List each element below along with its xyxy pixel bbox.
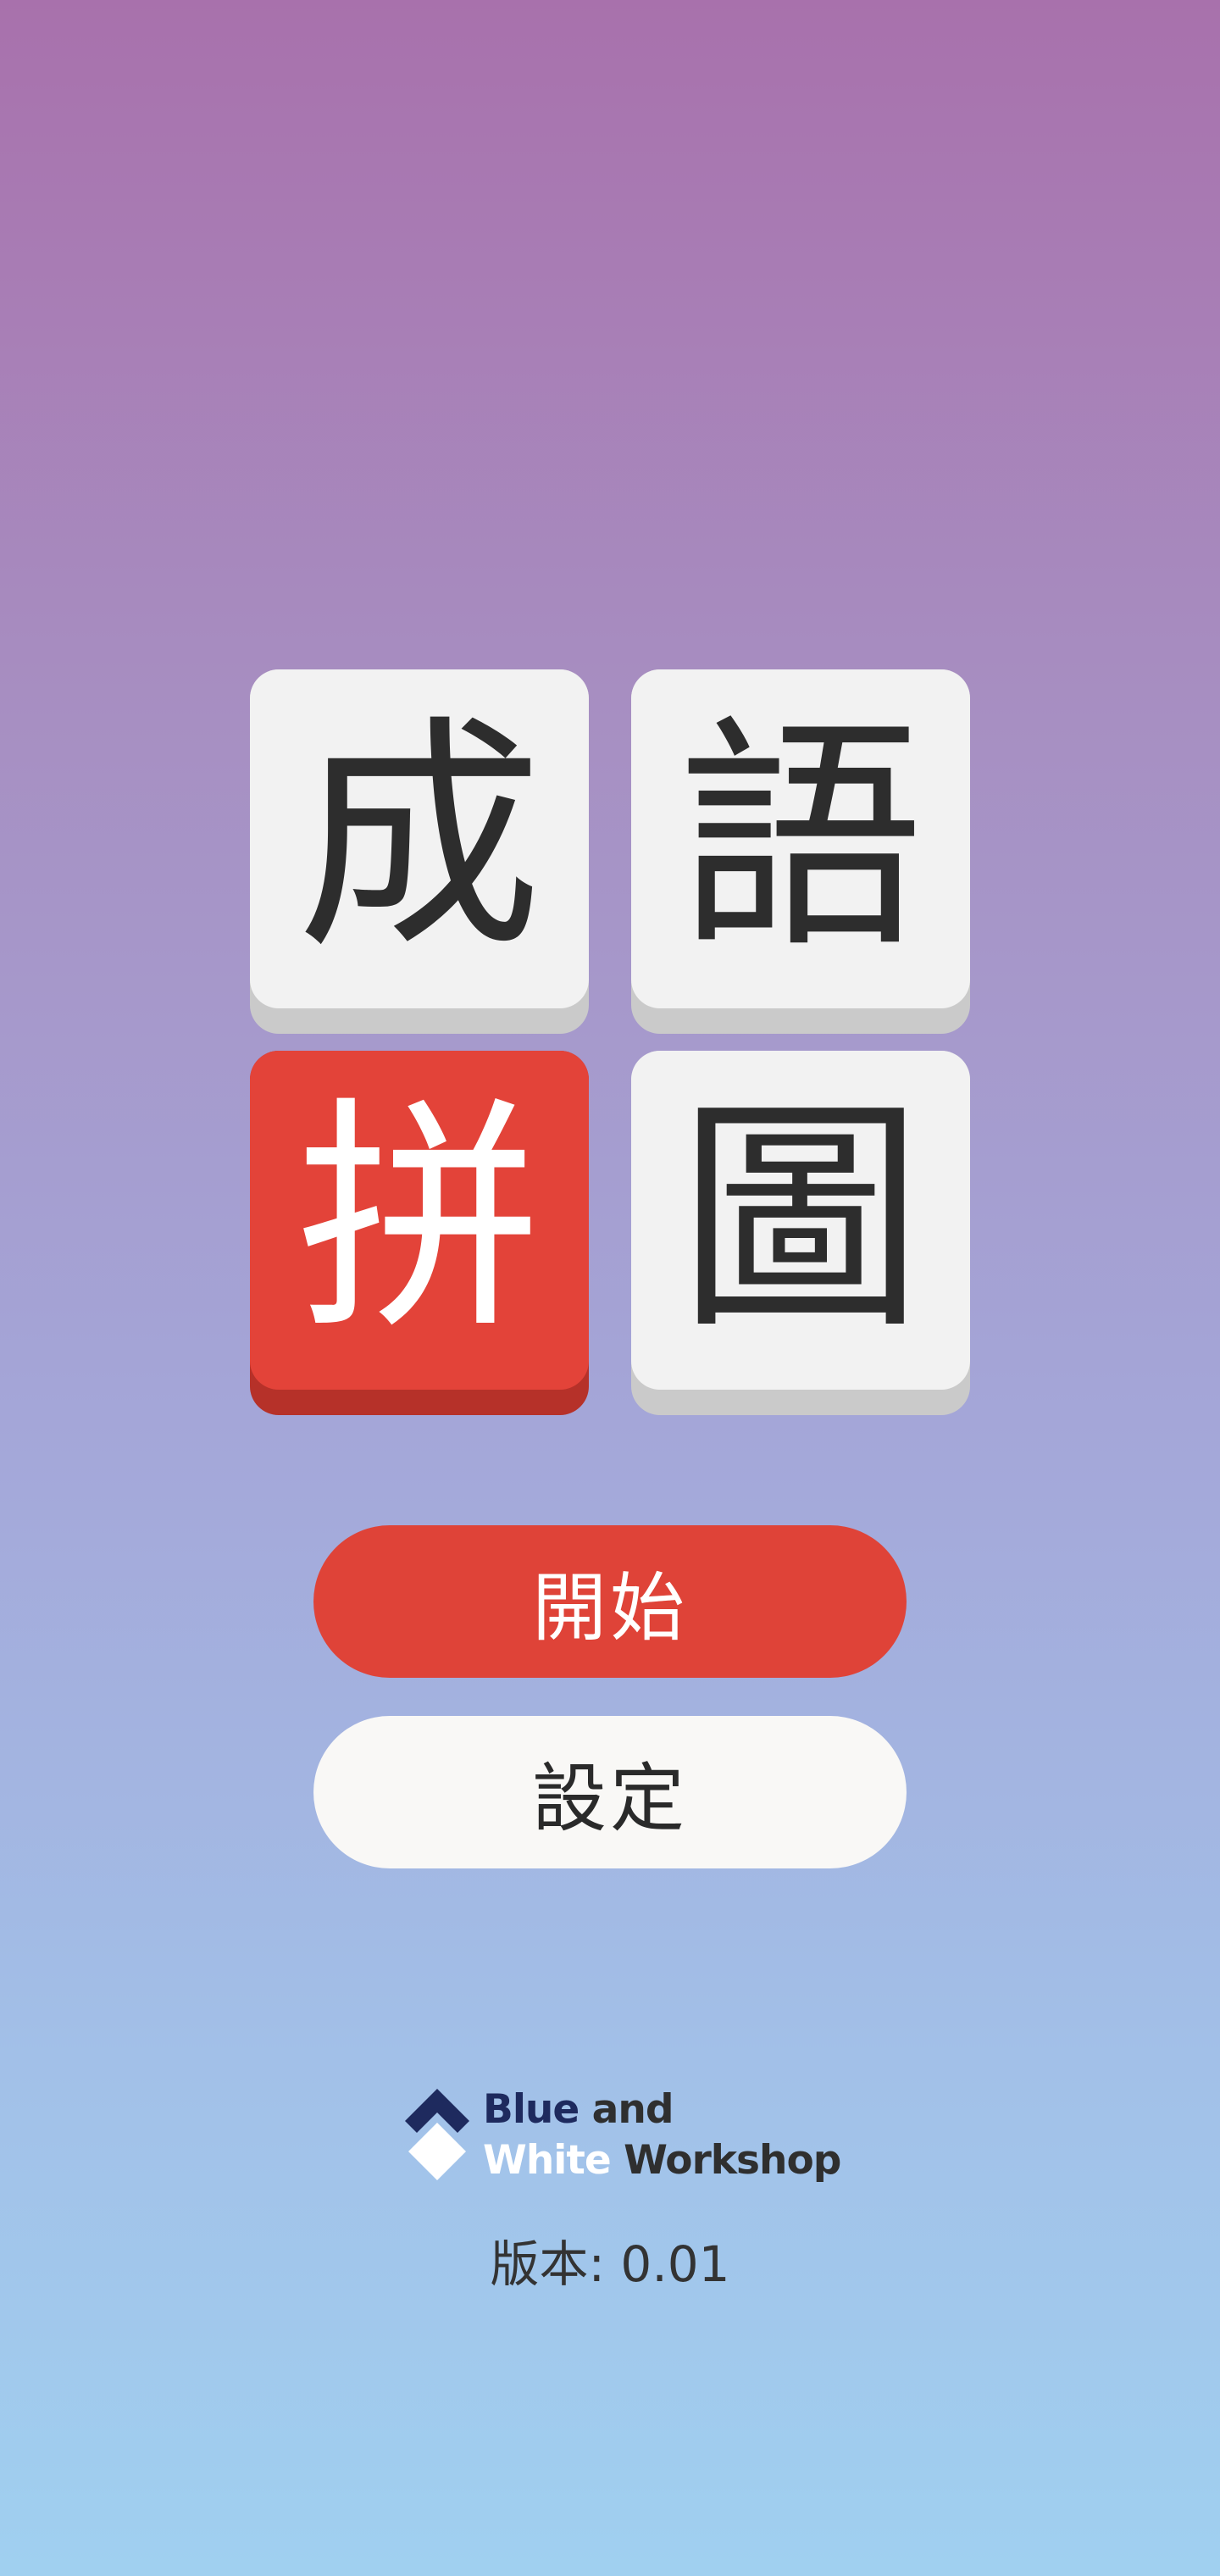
brand-word-blue: Blue — [483, 2086, 580, 2133]
title-tile-tu-char: 圖 — [631, 1051, 970, 1390]
brand-word-workshop: Workshop — [624, 2137, 841, 2184]
brand-name: Blue and White Workshop — [483, 2085, 841, 2186]
title-screen: { "title_tiles": [ {"char": "成", "style"… — [0, 0, 1220, 2576]
brand-line-2: White Workshop — [483, 2135, 841, 2186]
title-tile-pin-char: 拼 — [250, 1051, 589, 1390]
title-tile-tu: 圖 — [631, 1051, 970, 1415]
stacked-diamonds-logo-icon — [405, 2089, 469, 2180]
version-label: 版本: 0.01 — [490, 2235, 730, 2293]
title-tile-cheng: 成 — [250, 669, 589, 1034]
title-tile-yu: 語 — [631, 669, 970, 1034]
brand-logo: Blue and White Workshop — [405, 2085, 846, 2186]
title-tile-yu-char: 語 — [631, 669, 970, 1008]
game-title-tiles: 成 語 拼 圖 — [250, 669, 970, 1415]
brand-line-1: Blue and — [483, 2085, 840, 2135]
brand-word-and: and — [591, 2086, 674, 2133]
title-tile-pin: 拼 — [250, 1051, 589, 1415]
brand-word-white: White — [483, 2137, 612, 2184]
title-tile-cheng-char: 成 — [250, 669, 589, 1008]
settings-button[interactable]: 設定 — [313, 1716, 907, 1868]
start-button[interactable]: 開始 — [313, 1525, 907, 1678]
